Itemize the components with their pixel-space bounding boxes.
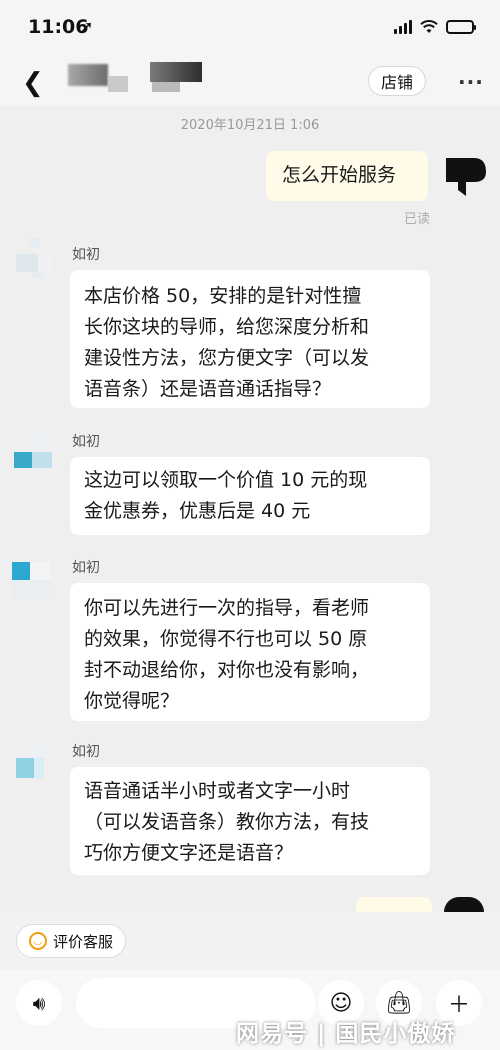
message-line: 的效果，你觉得不行也可以 50 原 <box>84 628 368 650</box>
message-line: 建设性方法，您方便文字（可以发 <box>84 347 370 369</box>
read-status: 已读 <box>403 212 430 227</box>
more-icon[interactable]: ··· <box>458 70 484 94</box>
shop-message-bubble: 你可以先进行一次的指导，看老师 的效果，你觉得不行也可以 50 原 封不动退给你… <box>70 583 430 721</box>
shop-avatar[interactable] <box>16 742 56 782</box>
message-text: 怎么开始服务 <box>282 164 397 186</box>
message-line: 语音通话半小时或者文字一小时 <box>84 780 351 802</box>
sender-name: 如初 <box>72 434 100 450</box>
message-line: 你可以先进行一次的指导，看老师 <box>84 597 370 619</box>
signal-icon <box>394 20 412 34</box>
smile-icon: ◡ <box>29 932 47 950</box>
back-chevron-icon[interactable]: ❮ <box>22 68 44 98</box>
my-message-bubble-partial <box>356 897 432 912</box>
message-line: 这边可以领取一个价值 10 元的现 <box>84 469 368 491</box>
shop-avatar[interactable] <box>14 432 54 472</box>
my-avatar[interactable] <box>444 152 486 200</box>
battery-icon <box>446 20 476 34</box>
my-avatar-partial <box>444 897 484 912</box>
location-arrow-icon: ➚ <box>80 17 94 36</box>
message-line: 金优惠券，优惠后是 40 元 <box>84 500 311 522</box>
shop-avatar[interactable] <box>12 562 52 602</box>
shop-avatar[interactable] <box>14 238 54 278</box>
voice-icon[interactable]: 🔊︎ <box>16 980 62 1026</box>
sender-name: 如初 <box>72 560 100 576</box>
message-line: 本店价格 50，安排的是针对性擅 <box>84 285 362 307</box>
sender-name: 如初 <box>72 247 100 263</box>
wifi-icon <box>420 20 438 33</box>
status-bar: 11:06 ➚ <box>0 0 500 58</box>
chat-timestamp: 2020年10月21日 1:06 <box>180 118 320 133</box>
shop-message-bubble: 本店价格 50，安排的是针对性擅 长你这块的导师，给您深度分析和 建设性方法，您… <box>70 270 430 408</box>
rate-service-label: 评价客服 <box>53 932 114 951</box>
message-line: 语音条）还是语音通话指导？ <box>84 378 332 400</box>
watermark: 网易号 | 国民小傲娇 <box>236 1021 456 1047</box>
message-line: （可以发语音条）教你方法，有技 <box>84 811 370 833</box>
input-bar: 🔊︎ ☺ 👜︎ ＋ 网易号 | 国民小傲娇 <box>0 970 500 1050</box>
message-line: 封不动退给你，对你也没有影响， <box>84 659 370 681</box>
message-line: 你觉得呢？ <box>84 690 180 712</box>
shop-button[interactable]: 店铺 <box>368 66 426 96</box>
bottom-panel: ◡ 评价客服 🔊︎ ☺ 👜︎ ＋ 网易号 | 国民小傲娇 <box>0 912 500 1050</box>
message-line: 巧你方便文字还是语音？ <box>84 842 294 864</box>
shop-message-bubble: 这边可以领取一个价值 10 元的现 金优惠券，优惠后是 40 元 <box>70 457 430 535</box>
sender-name: 如初 <box>72 744 100 760</box>
my-message-bubble: 怎么开始服务 <box>266 151 428 201</box>
status-indicators <box>394 20 476 34</box>
chat-header: ❮ 店铺 ··· <box>0 58 500 106</box>
rate-service-button[interactable]: ◡ 评价客服 <box>16 924 127 958</box>
shop-message-bubble: 语音通话半小时或者文字一小时 （可以发语音条）教你方法，有技 巧你方便文字还是语… <box>70 767 430 875</box>
message-line: 长你这块的导师，给您深度分析和 <box>84 316 370 338</box>
